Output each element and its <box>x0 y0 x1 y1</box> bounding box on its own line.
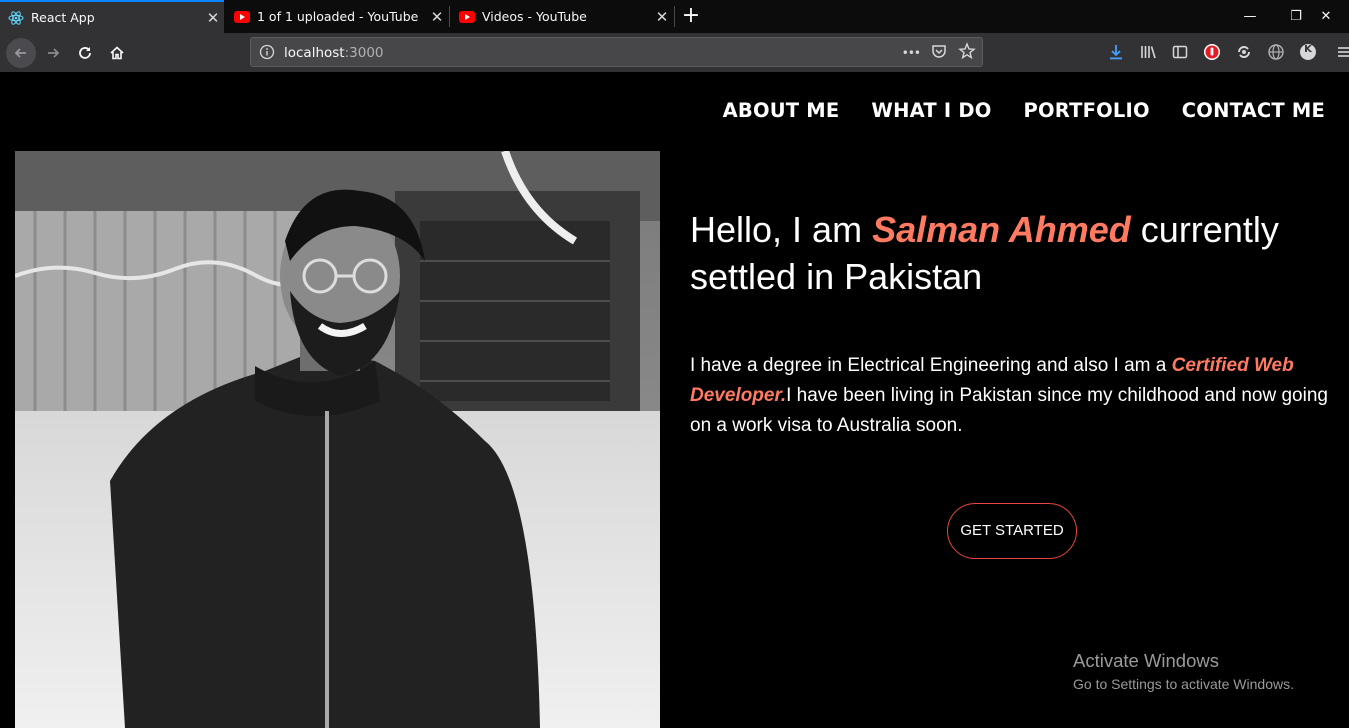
url-text[interactable]: localhost:3000 <box>284 45 384 61</box>
watermark-title: Activate Windows <box>1073 650 1219 671</box>
pocket-icon[interactable] <box>930 42 948 64</box>
sidebar-icon[interactable] <box>1169 41 1191 63</box>
new-tab-button[interactable]: + <box>678 0 704 33</box>
avatar-letter: K <box>1304 44 1312 55</box>
close-window-button[interactable]: ✕ <box>1303 0 1349 33</box>
tab-title: React App <box>31 10 95 25</box>
close-tab-icon[interactable]: ✕ <box>202 9 224 27</box>
tab-title: 1 of 1 uploaded - YouTube <box>257 9 419 24</box>
nav-portfolio[interactable]: PORTFOLIO <box>1024 99 1150 122</box>
forward-button[interactable] <box>38 38 68 68</box>
globe-icon[interactable] <box>1265 41 1287 63</box>
tab-youtube-upload[interactable]: 1 of 1 uploaded - YouTube ✕ <box>226 0 448 33</box>
page-content: ABOUT ME WHAT I DO PORTFOLIO CONTACT ME <box>0 72 1349 728</box>
navigation-toolbar: localhost:3000 ••• K <box>0 33 1349 72</box>
account-avatar[interactable]: K <box>1297 41 1319 63</box>
page-actions-icon[interactable]: ••• <box>902 46 921 60</box>
menu-icon[interactable] <box>1333 41 1349 63</box>
youtube-icon <box>459 9 475 25</box>
back-button[interactable] <box>6 38 36 68</box>
reload-icon <box>79 47 91 59</box>
tab-youtube-videos[interactable]: Videos - YouTube ✕ <box>451 0 673 33</box>
tab-bar: React App ✕ 1 of 1 uploaded - YouTube ✕ … <box>0 0 1349 33</box>
nav-what-i-do[interactable]: WHAT I DO <box>871 99 991 122</box>
close-tab-icon[interactable]: ✕ <box>426 8 448 26</box>
react-icon <box>8 10 24 26</box>
top-navigation: ABOUT ME WHAT I DO PORTFOLIO CONTACT ME <box>723 99 1325 122</box>
adblock-icon[interactable] <box>1201 41 1223 63</box>
download-icon[interactable] <box>1105 41 1127 63</box>
reload-button[interactable] <box>70 38 100 68</box>
home-icon <box>110 46 124 60</box>
home-button[interactable] <box>102 38 132 68</box>
hero-text-outro: I have been living in Pakistan since my … <box>690 385 1328 436</box>
hero-text-intro: I have a degree in Electrical Engineerin… <box>690 355 1172 376</box>
extension-icon[interactable] <box>1233 41 1255 63</box>
forward-arrow-icon <box>48 48 60 58</box>
address-bar[interactable]: localhost:3000 ••• <box>250 37 983 67</box>
library-icon[interactable] <box>1137 41 1159 63</box>
tab-title: Videos - YouTube <box>482 9 587 24</box>
profile-photo-illustration <box>15 151 660 728</box>
url-port: :3000 <box>344 45 384 61</box>
minimize-button[interactable]: — <box>1227 0 1273 33</box>
back-arrow-icon <box>14 48 26 58</box>
hero-title: Hello, I am Salman Ahmed currently settl… <box>690 206 1335 300</box>
hero-name: Salman Ahmed <box>872 209 1131 250</box>
tab-react-app[interactable]: React App ✕ <box>0 0 224 33</box>
hero-description: I have a degree in Electrical Engineerin… <box>690 351 1335 441</box>
youtube-icon <box>234 9 250 25</box>
profile-photo <box>15 151 660 728</box>
bookmark-star-icon[interactable] <box>958 42 976 64</box>
nav-about-me[interactable]: ABOUT ME <box>723 99 840 122</box>
nav-contact-me[interactable]: CONTACT ME <box>1182 99 1325 122</box>
hero-title-intro: Hello, I am <box>690 209 873 250</box>
watermark-subtitle: Go to Settings to activate Windows. <box>1073 676 1294 692</box>
info-icon[interactable] <box>259 44 275 60</box>
get-started-button[interactable]: GET STARTED <box>947 503 1077 559</box>
tab-separator <box>449 6 450 27</box>
url-host: localhost <box>284 45 345 61</box>
tab-separator <box>674 6 675 27</box>
close-tab-icon[interactable]: ✕ <box>651 8 673 26</box>
activate-windows-watermark: Activate Windows Go to Settings to activ… <box>1073 650 1294 696</box>
